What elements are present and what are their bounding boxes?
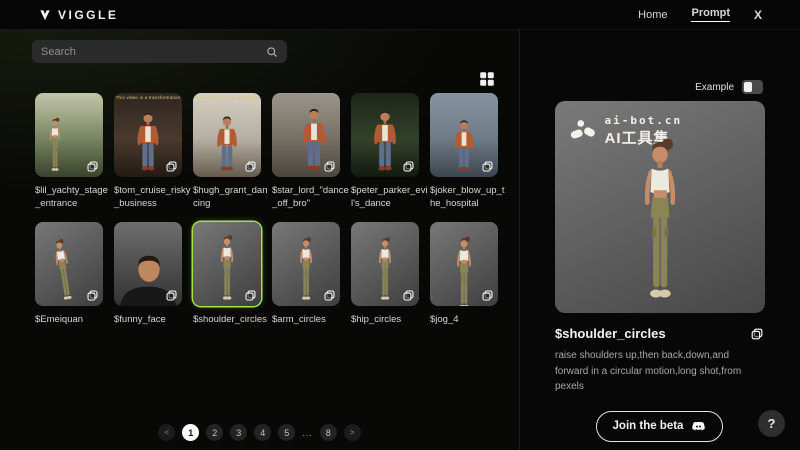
- thumbnail-overlay-text: This video is a transformation: [114, 95, 182, 100]
- nav-home[interactable]: Home: [638, 9, 667, 21]
- thumbnail-overlay-text: This video is a transformation: [193, 95, 261, 100]
- pagination-page-4[interactable]: 4: [254, 424, 271, 441]
- copy-icon[interactable]: [86, 160, 99, 173]
- discord-icon: [691, 419, 706, 434]
- thumbnail[interactable]: [272, 222, 340, 306]
- thumbnail[interactable]: [351, 93, 419, 177]
- example-label: Example: [695, 82, 734, 93]
- gallery-item[interactable]: $peter_parker_evil's_dance: [351, 93, 419, 211]
- pagination-page-2[interactable]: 2: [206, 424, 223, 441]
- nav-prompt[interactable]: Prompt: [691, 7, 730, 22]
- pagination-ellipsis: ...: [302, 424, 313, 441]
- viggle-logo-icon: [38, 8, 52, 22]
- copy-icon[interactable]: [244, 160, 257, 173]
- gallery-item-label: $lil_yachty_stage_entrance: [35, 184, 113, 211]
- copy-icon[interactable]: [86, 289, 99, 302]
- template-description: raise shoulders up,then back,down,and fo…: [555, 348, 764, 395]
- pagination-prev[interactable]: <: [158, 424, 175, 441]
- copy-title-icon[interactable]: [750, 327, 764, 341]
- thumbnail[interactable]: This video is a transformation: [114, 93, 182, 177]
- ai-bot-logo-icon: [570, 119, 597, 143]
- copy-icon[interactable]: [323, 289, 336, 302]
- search-bar[interactable]: [32, 40, 287, 63]
- copy-icon[interactable]: [402, 160, 415, 173]
- main-area: $lil_yachty_stage_entrance This video is…: [0, 30, 800, 450]
- thumbnail[interactable]: [272, 93, 340, 177]
- gallery-item[interactable]: $arm_circles: [272, 222, 340, 326]
- top-nav: Home Prompt X: [638, 7, 762, 22]
- detail-panel: Example ai-bot.cn AI工具集 $shoulder_circle…: [520, 30, 799, 450]
- thumbnail[interactable]: [351, 222, 419, 306]
- copy-icon[interactable]: [481, 160, 494, 173]
- character-figure-large: [622, 133, 697, 301]
- top-bar: VIGGLE Home Prompt X: [0, 0, 800, 30]
- search-icon[interactable]: [266, 46, 278, 58]
- search-input[interactable]: [41, 46, 266, 58]
- copy-icon[interactable]: [165, 289, 178, 302]
- template-title: $shoulder_circles: [555, 326, 666, 341]
- join-beta-label: Join the beta: [613, 420, 684, 432]
- brand-name: VIGGLE: [58, 8, 118, 22]
- preview-card[interactable]: ai-bot.cn AI工具集: [555, 101, 765, 313]
- gallery-item-label: $peter_parker_evil's_dance: [351, 184, 429, 211]
- gallery-item-label: $jog_4: [430, 313, 508, 326]
- template-grid: $lil_yachty_stage_entrance This video is…: [35, 93, 505, 326]
- title-row: $shoulder_circles: [555, 326, 764, 341]
- gallery-item[interactable]: $joker_blow_up_the_hospital: [430, 93, 498, 211]
- pagination-next[interactable]: >: [344, 424, 361, 441]
- copy-icon[interactable]: [481, 289, 494, 302]
- gallery-item-label: $joker_blow_up_the_hospital: [430, 184, 508, 211]
- example-toggle[interactable]: [742, 80, 763, 94]
- view-tool-row: [0, 68, 519, 90]
- join-beta-button[interactable]: Join the beta: [596, 411, 724, 442]
- gallery-item[interactable]: This video is a transformation $hugh_gra…: [193, 93, 261, 211]
- gallery-item-label: $tom_cruise_risky_business: [114, 184, 192, 211]
- brand[interactable]: VIGGLE: [38, 8, 118, 22]
- help-button[interactable]: ?: [758, 410, 785, 437]
- gallery-item-label: $hugh_grant_dancing: [193, 184, 271, 211]
- pagination-page-8[interactable]: 8: [320, 424, 337, 441]
- nav-x-link[interactable]: X: [754, 8, 762, 22]
- gallery-item-label: $arm_circles: [272, 313, 350, 326]
- grid-view-icon[interactable]: [479, 71, 495, 87]
- gallery-item[interactable]: $star_lord_"dance_off_bro": [272, 93, 340, 211]
- copy-icon[interactable]: [323, 160, 336, 173]
- thumbnail[interactable]: [35, 222, 103, 306]
- gallery-item-label: $Emeiquan: [35, 313, 113, 326]
- pagination: < 1 2 3 4 5 ... 8 >: [0, 424, 519, 441]
- gallery-item[interactable]: This video is a transformation $tom_crui…: [114, 93, 182, 211]
- gallery-item-label: $star_lord_"dance_off_bro": [272, 184, 350, 211]
- example-row: Example: [520, 80, 763, 94]
- thumbnail[interactable]: [430, 222, 498, 306]
- gallery-item-selected[interactable]: $shoulder_circles: [193, 222, 261, 326]
- gallery-panel: $lil_yachty_stage_entrance This video is…: [0, 30, 520, 450]
- thumbnail[interactable]: [114, 222, 182, 306]
- gallery-item-label: $hip_circles: [351, 313, 429, 326]
- thumbnail[interactable]: [35, 93, 103, 177]
- gallery-item[interactable]: $jog_4: [430, 222, 498, 326]
- thumbnail[interactable]: This video is a transformation: [193, 93, 261, 177]
- thumbnail[interactable]: [193, 222, 261, 306]
- pagination-page-5[interactable]: 5: [278, 424, 295, 441]
- gallery-item-label: $funny_face: [114, 313, 192, 326]
- gallery-item-label: $shoulder_circles: [193, 313, 271, 326]
- gallery-item[interactable]: $funny_face: [114, 222, 182, 326]
- pagination-page-1[interactable]: 1: [182, 424, 199, 441]
- thumbnail[interactable]: [430, 93, 498, 177]
- copy-icon[interactable]: [165, 160, 178, 173]
- pagination-page-3[interactable]: 3: [230, 424, 247, 441]
- copy-icon[interactable]: [402, 289, 415, 302]
- toggle-knob: [744, 82, 752, 92]
- gallery-item[interactable]: $hip_circles: [351, 222, 419, 326]
- gallery-item[interactable]: $Emeiquan: [35, 222, 103, 326]
- watermark-domain: ai-bot.cn: [605, 114, 683, 127]
- gallery-item[interactable]: $lil_yachty_stage_entrance: [35, 93, 103, 211]
- copy-icon[interactable]: [244, 289, 257, 302]
